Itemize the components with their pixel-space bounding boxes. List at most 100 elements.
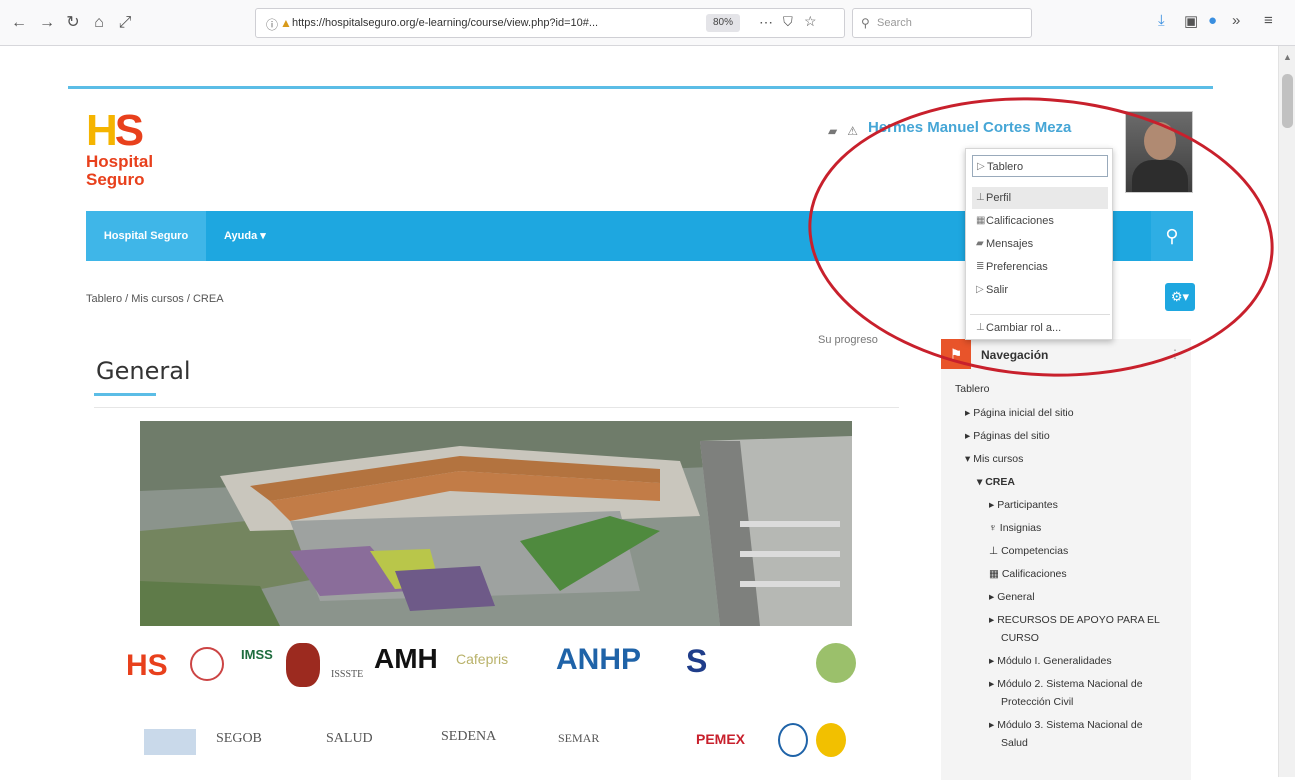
user-dropdown-menu: ▷ Tablero ⊥ Perfil ▦ Calificaciones ▰ Mensaj… [965, 148, 1113, 340]
tree-item-module-2[interactable]: ▸ Módulo 2. Sistema Nacional de [989, 678, 1143, 690]
dashboard-icon: ▷ [977, 161, 985, 172]
scroll-up-icon[interactable]: ▲ [1283, 52, 1292, 62]
search-placeholder: Search [877, 17, 912, 29]
menu-item-messages[interactable]: ▰ Mensajes [972, 233, 1108, 255]
browser-toolbar: ← → ↻ ⌂ ⤢ ⓘ ▲ https://hospitalseguro.org… [0, 0, 1295, 46]
breadcrumb[interactable]: Tablero / Mis cursos / CREA [86, 293, 224, 305]
preferences-icon: ≣ [976, 261, 985, 272]
tree-item-home[interactable]: ▸ Página inicial del sitio [965, 407, 1074, 419]
bookmark-star-icon[interactable]: ☆ [804, 13, 817, 30]
shield-icon[interactable]: ⛉ [783, 14, 793, 30]
user-icon: ⊥ [976, 192, 985, 203]
block-menu-icon[interactable]: ⋮ [1169, 347, 1181, 361]
fullscreen-button[interactable]: ⤢ [114, 12, 136, 34]
avatar[interactable] [1125, 111, 1193, 193]
sedena-logo: SEDENA [441, 729, 497, 744]
nav-home-link[interactable]: Hospital Seguro [86, 211, 206, 261]
tree-item-course[interactable]: ▾ CREA [977, 476, 1015, 488]
messages-icon[interactable]: ▰ [828, 124, 837, 138]
salud-logo: SALUD [326, 731, 373, 746]
sponsor-logos: HS IMSS ISSSTE AMH Cafepris ANHP S SEGOB… [126, 639, 886, 779]
tree-item-module-3[interactable]: ▸ Módulo 3. Sistema Nacional de [989, 719, 1143, 731]
menu-item-grades[interactable]: ▦ Calificaciones [972, 210, 1108, 232]
url-bar[interactable]: ⓘ ▲ https://hospitalseguro.org/e-learnin… [255, 8, 845, 38]
section-title: General [96, 357, 191, 385]
pemex-logo: PEMEX [696, 731, 746, 747]
page-actions-button[interactable]: ⋯ [759, 14, 773, 31]
hospital-seguro-logo[interactable]: HS Hospital Seguro [86, 109, 196, 204]
military-seal-logo [286, 643, 320, 687]
library-icon[interactable]: ▣ [1184, 12, 1198, 30]
scroll-thumb[interactable] [1282, 74, 1293, 128]
tree-item-resources-cont[interactable]: CURSO [1001, 632, 1039, 644]
yellow-seal-logo [816, 723, 846, 757]
navigation-block: ⚑ Navegación ⋮ Tablero ▸ Página inicial … [941, 339, 1191, 780]
user-name[interactable]: Hermes Manuel Cortes Meza [868, 119, 1071, 136]
menu-divider [970, 314, 1110, 315]
segob-logo: SEGOB [216, 731, 262, 746]
hospital-aerial-photo [140, 421, 852, 626]
url-text[interactable]: https://hospitalseguro.org/e-learning/co… [292, 17, 598, 29]
tree-item-badges[interactable]: ♆ Insignias [989, 522, 1041, 534]
search-icon[interactable]: ⚲ [1151, 211, 1193, 261]
tree-item-grades[interactable]: ▦ Calificaciones [989, 568, 1067, 580]
zoom-indicator[interactable]: 80% [706, 14, 740, 32]
menu-item-switch-role[interactable]: ⊥ Cambiar rol a... [972, 317, 1108, 339]
search-icon: ⚲ [861, 16, 870, 30]
red-cross-logo [190, 647, 224, 681]
avatar-body [1132, 160, 1188, 192]
green-globe-logo [816, 643, 856, 683]
menu-item-preferences[interactable]: ≣ Preferencias [972, 256, 1108, 278]
page-scrollbar[interactable]: ▲ [1278, 46, 1295, 777]
reload-button[interactable]: ↻ [62, 12, 84, 34]
hamburger-menu-icon[interactable]: ≡ [1264, 12, 1273, 29]
back-button[interactable]: ← [8, 12, 30, 34]
notifications-icon[interactable]: ⚠ [847, 124, 858, 138]
avatar-head [1144, 122, 1176, 160]
navigation-block-title: Navegación [981, 348, 1049, 362]
switch-role-icon: ⊥ [976, 322, 985, 333]
header-icons: ▰ ⚠ [828, 124, 858, 138]
nav-help-menu[interactable]: Ayuda ▾ [224, 211, 266, 261]
navigation-block-icon: ⚑ [941, 339, 971, 369]
menu-item-dashboard[interactable]: ▷ Tablero [972, 155, 1108, 177]
s-logo: S [686, 643, 708, 679]
tree-item-module-2-cont[interactable]: Protección Civil [1001, 696, 1073, 708]
download-icon[interactable]: ⤓ [1158, 12, 1165, 29]
tree-item-participants[interactable]: ▸ Participantes [989, 499, 1058, 511]
menu-item-logout[interactable]: ▷ Salir [972, 279, 1108, 301]
overflow-menu-icon[interactable]: » [1232, 12, 1240, 29]
anhp-logo: ANHP [556, 643, 642, 676]
grades-icon: ▦ [976, 215, 986, 226]
logout-icon: ▷ [976, 284, 984, 295]
logo-text: Hospital Seguro [86, 152, 154, 189]
un-logo [144, 729, 196, 755]
imss-logo: IMSS [241, 647, 273, 662]
progress-label: Su progreso [818, 334, 878, 346]
info-icon[interactable]: ⓘ [266, 16, 280, 32]
tree-item-module-3-cont[interactable]: Salud [1001, 737, 1028, 749]
menu-item-profile[interactable]: ⊥ Perfil [972, 187, 1108, 209]
tree-item-site-pages[interactable]: ▸ Páginas del sitio [965, 430, 1050, 442]
divider [94, 407, 899, 408]
tree-item-my-courses[interactable]: ▾ Mis cursos [965, 453, 1023, 465]
gear-icon[interactable]: ⚙▾ [1165, 283, 1195, 311]
tree-item-competencies[interactable]: ⊥ Competencias [989, 545, 1068, 557]
messages-icon: ▰ [976, 238, 984, 249]
cafepris-logo: Cafepris [456, 651, 509, 667]
blue-seal-logo [778, 723, 808, 757]
extension-icon[interactable]: ● [1208, 12, 1217, 29]
issste-logo: ISSSTE [331, 669, 364, 680]
browser-search-bar[interactable]: ⚲ Search [852, 8, 1032, 38]
tree-item-module-1[interactable]: ▸ Módulo I. Generalidades [989, 655, 1112, 667]
hospital-seguro-sponsor-logo: HS [126, 649, 168, 682]
tree-item-tablero[interactable]: Tablero [955, 383, 989, 395]
forward-button[interactable]: → [36, 12, 58, 34]
tree-item-general[interactable]: ▸ General [989, 591, 1035, 603]
semar-logo: SEMAR [558, 731, 600, 745]
tree-item-resources[interactable]: ▸ RECURSOS DE APOYO PARA EL [989, 614, 1160, 626]
home-button[interactable]: ⌂ [88, 12, 110, 34]
logo-letters: HS [86, 106, 144, 155]
lock-icon: ▲ [280, 16, 292, 30]
amh-logo: AMH [374, 643, 438, 674]
